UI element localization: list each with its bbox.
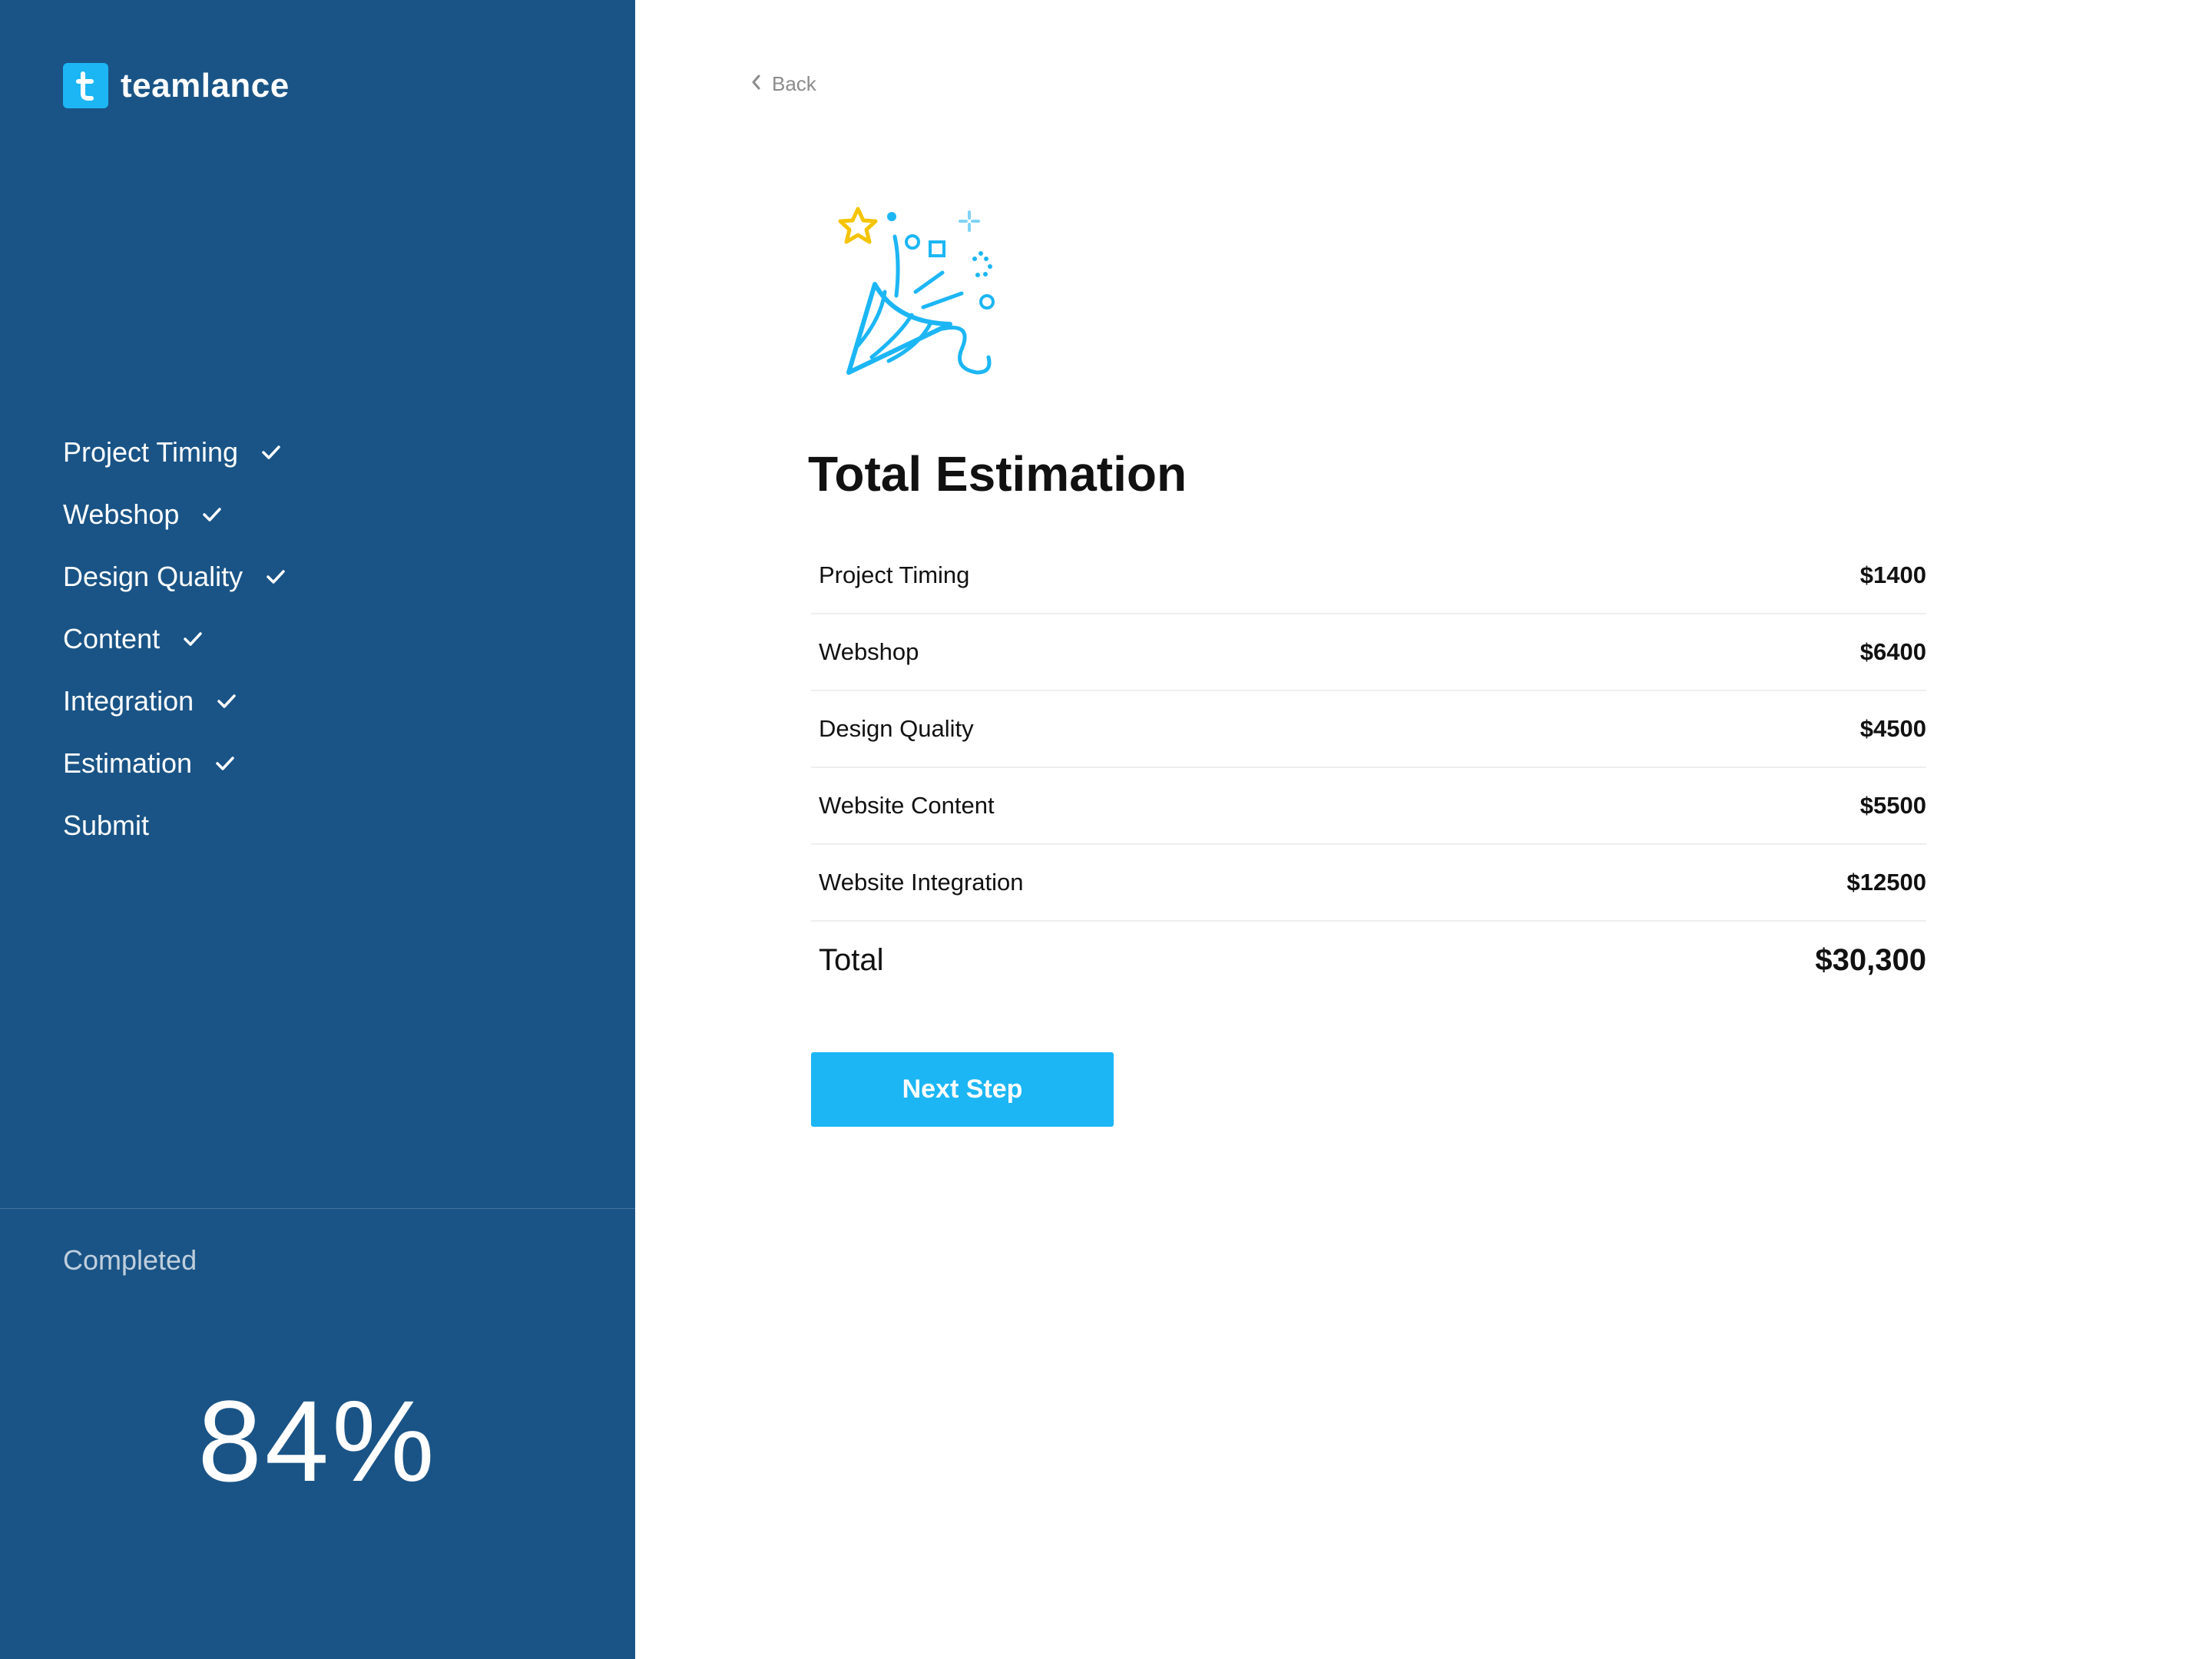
step-webshop[interactable]: Webshop [63, 483, 286, 545]
step-label: Estimation [63, 747, 193, 779]
row-label: Website Content [819, 792, 995, 819]
total-label: Total [819, 942, 884, 977]
step-label: Webshop [63, 498, 180, 530]
step-label: Project Timing [63, 435, 239, 468]
step-integration[interactable]: Integration [63, 670, 286, 732]
step-label: Design Quality [63, 560, 243, 592]
step-design-quality[interactable]: Design Quality [63, 545, 286, 608]
table-row: Website Integration $12500 [811, 845, 1926, 922]
check-icon [202, 506, 222, 523]
back-label: Back [772, 72, 816, 95]
next-step-button[interactable]: Next Step [811, 1052, 1114, 1127]
row-label: Website Integration [819, 869, 1024, 896]
row-amount: $1400 [1859, 561, 1926, 588]
total-amount: $30,300 [1815, 942, 1926, 977]
step-label: Integration [63, 684, 194, 717]
chevron-left-icon [750, 72, 761, 96]
completed-label: Completed [63, 1244, 197, 1276]
party-popper-icon [827, 200, 1027, 399]
row-amount: $12500 [1846, 869, 1926, 896]
sidebar-divider [0, 1208, 635, 1209]
check-icon [183, 631, 203, 647]
row-label: Design Quality [819, 715, 974, 742]
total-row: Total $30,300 [811, 922, 1926, 998]
check-icon [215, 755, 235, 772]
main-content: Back Total Estimation Project Timing $14… [635, 0, 2212, 1659]
logo-mark-icon [63, 63, 108, 108]
row-amount: $5500 [1859, 792, 1926, 819]
row-label: Project Timing [819, 561, 970, 588]
step-label: Submit [63, 809, 150, 841]
table-row: Webshop $6400 [811, 614, 1926, 691]
table-row: Website Content $5500 [811, 768, 1926, 845]
step-list: Project Timing Webshop Design Quality Co… [63, 421, 286, 856]
step-submit[interactable]: Submit [63, 794, 286, 856]
step-estimation[interactable]: Estimation [63, 732, 286, 794]
row-label: Webshop [819, 638, 919, 665]
row-amount: $4500 [1859, 715, 1926, 742]
check-icon [266, 568, 286, 585]
completed-percent: 84% [197, 1376, 438, 1505]
step-project-timing[interactable]: Project Timing [63, 421, 286, 483]
check-icon [217, 693, 237, 710]
table-row: Design Quality $4500 [811, 691, 1926, 768]
page-title: Total Estimation [808, 446, 1187, 502]
table-row: Project Timing $1400 [811, 538, 1926, 614]
step-content[interactable]: Content [63, 608, 286, 670]
brand-logo[interactable]: teamlance [63, 63, 290, 108]
estimation-table: Project Timing $1400 Webshop $6400 Desig… [811, 538, 1926, 998]
step-label: Content [63, 622, 161, 654]
row-amount: $6400 [1859, 638, 1926, 665]
check-icon [261, 444, 281, 461]
sidebar: teamlance Project Timing Webshop Design … [0, 0, 635, 1659]
back-link[interactable]: Back [750, 72, 816, 96]
brand-name: teamlance [121, 66, 290, 104]
